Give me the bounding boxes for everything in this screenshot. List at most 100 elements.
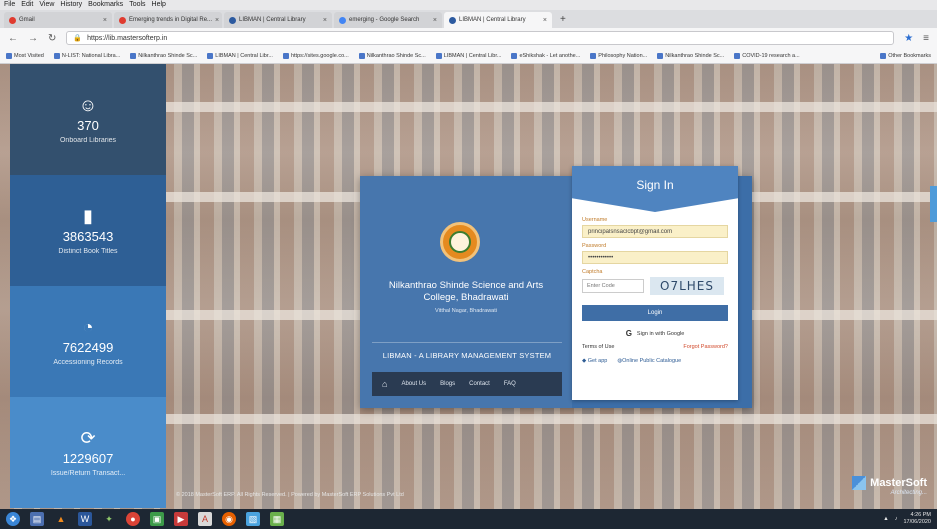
browser-tab-active[interactable]: LIBMAN | Central Library ×: [444, 12, 552, 28]
college-name: Nilkanthrao Shinde Science and Arts Coll…: [388, 280, 544, 303]
tab-label: emerging - Google Search: [349, 17, 420, 23]
bookmark-item[interactable]: eShikshak - Let anothe...: [511, 52, 580, 59]
clock[interactable]: 4:26 PM 17/06/2020: [903, 512, 931, 526]
mastersoft-logo-icon: [852, 476, 867, 490]
opac-link[interactable]: ◍Online Public Catalogue: [617, 358, 681, 364]
menu-history[interactable]: History: [60, 1, 82, 9]
menu-tools[interactable]: Tools: [129, 1, 145, 9]
bookmark-icon: [734, 52, 741, 59]
file-explorer-icon[interactable]: ▤: [30, 512, 44, 526]
tab-label: LIBMAN | Central Library: [459, 17, 526, 23]
menu-file[interactable]: File: [4, 1, 15, 9]
browser-tab[interactable]: emerging - Google Search ×: [334, 12, 442, 28]
password-label: Password: [582, 243, 607, 249]
browser-tab[interactable]: Gmail ×: [4, 12, 112, 28]
page-background: ☺ 370 Onboard Libraries ▮ 3863543 Distin…: [0, 64, 937, 509]
menu-bookmarks[interactable]: Bookmarks: [88, 1, 123, 9]
menu-icon[interactable]: ≡: [923, 33, 929, 44]
network-icon[interactable]: ▲: [883, 516, 888, 522]
star-icon[interactable]: ★: [904, 33, 913, 44]
photos-icon[interactable]: ▧: [246, 512, 260, 526]
bookmark-item[interactable]: Nilkanthrao Shinde Sc...: [130, 52, 197, 59]
stat-onboard-libraries: ☺ 370 Onboard Libraries: [10, 64, 166, 175]
nav-about-us[interactable]: About Us: [401, 381, 426, 387]
browser-tab[interactable]: Emerging trends in Digital Re... ×: [114, 12, 222, 28]
start-icon[interactable]: ❖: [6, 512, 20, 526]
close-icon[interactable]: ×: [323, 17, 327, 24]
smiley-icon: ☺: [78, 94, 98, 115]
bookmark-item[interactable]: https://sites.google.co...: [282, 52, 349, 59]
google-signin-button[interactable]: G Sign in with Google: [582, 329, 728, 338]
menu-edit[interactable]: Edit: [21, 1, 33, 9]
forgot-password-link[interactable]: Forgot Password?: [683, 344, 728, 350]
window-icon[interactable]: ▦: [270, 512, 284, 526]
bookmark-icon: [511, 52, 518, 59]
bookmark-item[interactable]: Nilkanthrao Shinde Sc...: [358, 52, 426, 59]
signin-panel: Sign In Username Password Captcha O7LHES…: [572, 166, 738, 400]
nav-blogs[interactable]: Blogs: [440, 381, 455, 387]
terms-link[interactable]: Terms of Use: [582, 344, 614, 350]
url-bar[interactable]: 🔒 https://lib.mastersofterp.in: [66, 31, 895, 45]
nav-faq[interactable]: FAQ: [504, 381, 516, 387]
menu-view[interactable]: View: [39, 1, 54, 9]
bookmark-item[interactable]: N-LIST: National Libra...: [53, 52, 120, 59]
site-icon: [229, 16, 236, 24]
chrome-icon[interactable]: ●: [126, 512, 140, 526]
browser-chrome: File Edit View History Bookmarks Tools H…: [0, 0, 937, 64]
bookmark-item[interactable]: COVID-19 research a...: [734, 52, 800, 59]
browser-menubar: File Edit View History Bookmarks Tools H…: [0, 0, 937, 10]
firefox-icon[interactable]: ◉: [222, 512, 236, 526]
stat-label: Onboard Libraries: [59, 136, 117, 144]
home-icon[interactable]: ⌂: [382, 379, 387, 389]
pdf-icon[interactable]: A: [198, 512, 212, 526]
bookmark-item[interactable]: LIBMAN | Central Libr...: [435, 52, 501, 59]
pie-chart-icon: ◔: [82, 316, 94, 337]
bookmark-item[interactable]: Nilkanthrao Shinde Sc...: [657, 52, 724, 59]
username-input[interactable]: [582, 225, 728, 238]
bookmark-icon: [282, 52, 289, 59]
get-app-link[interactable]: ◆ Get app: [582, 358, 607, 364]
forward-icon[interactable]: →: [28, 33, 38, 44]
bookmark-icon: [358, 52, 365, 59]
vlc-icon[interactable]: ▲: [54, 512, 68, 526]
settings-icon[interactable]: ✦: [102, 512, 116, 526]
footer-copyright: © 2018 MasterSoft ERP. All Rights Reserv…: [176, 492, 404, 498]
folder-icon: [880, 52, 887, 59]
menu-help[interactable]: Help: [152, 1, 166, 9]
mastersoft-brand: MasterSoft Architecting...: [852, 476, 927, 496]
bookmark-item[interactable]: Most Visited: [6, 52, 44, 59]
close-icon[interactable]: ×: [215, 17, 219, 24]
nav-bar: ← → ↻ 🔒 https://lib.mastersofterp.in ★ ≡: [0, 28, 937, 48]
login-card: Nilkanthrao Shinde Science and Arts Coll…: [360, 166, 752, 408]
captcha-input[interactable]: [582, 279, 644, 293]
media-icon[interactable]: ▶: [174, 512, 188, 526]
google-icon: G: [625, 329, 632, 338]
bookmark-icon: [590, 52, 597, 59]
browser-tab[interactable]: LIBMAN | Central Library ×: [224, 12, 332, 28]
clock-time: 4:26 PM: [910, 512, 931, 518]
stat-value: 7622499: [62, 339, 114, 355]
side-feedback-tab[interactable]: [930, 186, 937, 222]
back-icon[interactable]: ←: [8, 33, 18, 44]
system-name: LIBMAN - A LIBRARY MANAGEMENT SYSTEM: [372, 342, 562, 360]
volume-icon[interactable]: ♪: [895, 516, 898, 522]
word-icon[interactable]: W: [78, 512, 92, 526]
bookmark-item[interactable]: LIBMAN | Central Libr...: [207, 52, 273, 59]
stat-value: 3863543: [62, 228, 114, 244]
youtube-icon: [119, 16, 126, 24]
tab-strip: Gmail × Emerging trends in Digital Re... ×…: [0, 10, 937, 28]
reload-icon[interactable]: ↻: [48, 33, 56, 44]
other-bookmarks[interactable]: Other Bookmarks: [880, 52, 931, 59]
new-tab-button[interactable]: +: [554, 14, 572, 25]
password-input[interactable]: [582, 251, 728, 264]
stat-value: 370: [77, 117, 99, 133]
close-icon[interactable]: ×: [433, 17, 437, 24]
bookmark-item[interactable]: Philosophy Nation...: [590, 52, 647, 59]
refresh-icon: ⟳: [80, 427, 96, 448]
tab-label: LIBMAN | Central Library: [239, 17, 306, 23]
app-icon[interactable]: ▣: [150, 512, 164, 526]
close-icon[interactable]: ×: [543, 17, 547, 24]
nav-contact[interactable]: Contact: [469, 381, 490, 387]
close-icon[interactable]: ×: [103, 17, 107, 24]
login-button[interactable]: Login: [582, 305, 728, 321]
